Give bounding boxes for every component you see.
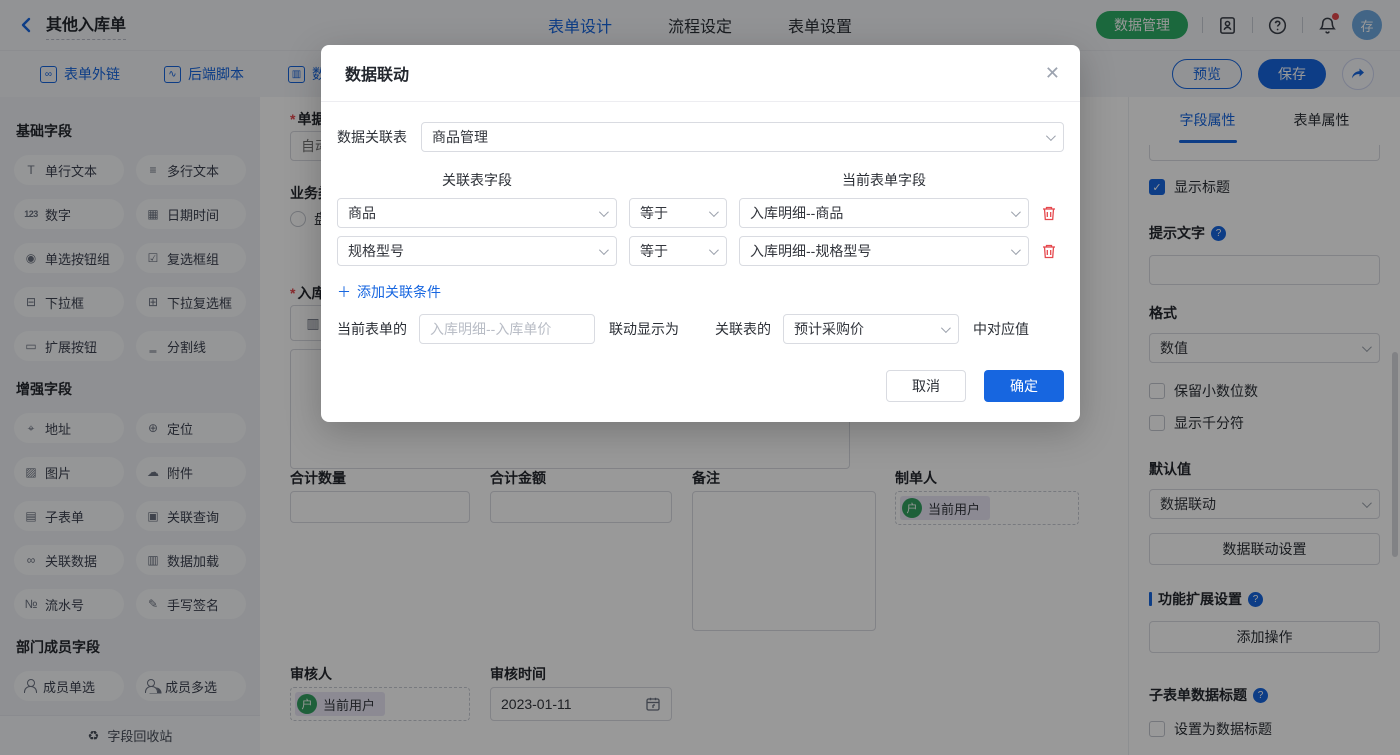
condition-operator-select[interactable]: 等于 xyxy=(629,198,727,228)
chevron-down-icon xyxy=(708,206,719,217)
related-table-field-header: 关联表字段 xyxy=(442,172,512,188)
confirm-button[interactable]: 确定 xyxy=(984,370,1064,402)
chevron-down-icon xyxy=(1045,130,1056,141)
chevron-down-icon xyxy=(708,244,719,255)
mapping-middle: 联动显示为 xyxy=(609,321,679,337)
delete-condition-icon[interactable] xyxy=(1041,243,1057,260)
chevron-down-icon xyxy=(598,244,609,255)
mapping-suffix: 中对应值 xyxy=(973,321,1029,337)
condition-left-select[interactable]: 规格型号 xyxy=(337,236,617,266)
condition-left-select[interactable]: 商品 xyxy=(337,198,617,228)
dialog-title: 数据联动 xyxy=(345,67,410,84)
chevron-down-icon xyxy=(1010,206,1021,217)
mapping-table-label: 关联表的 xyxy=(715,321,771,337)
add-condition-link[interactable]: ＋ 添加关联条件 xyxy=(337,282,1064,302)
mapping-value-select[interactable]: 预计采购价 xyxy=(783,314,959,344)
cancel-button[interactable]: 取消 xyxy=(886,370,966,402)
close-icon[interactable]: ✕ xyxy=(1045,64,1060,82)
plus-icon: ＋ xyxy=(337,284,351,300)
condition-operator-select[interactable]: 等于 xyxy=(629,236,727,266)
link-table-label: 数据关联表 xyxy=(337,129,407,145)
chevron-down-icon xyxy=(1010,244,1021,255)
form-designer-app: 其他入库单 表单设计流程设定表单设置 数据管理 存 ∞表单外链∿后端脚本▥数据权… xyxy=(0,0,1400,755)
chevron-down-icon xyxy=(940,322,951,333)
data-linkage-dialog: 数据联动 ✕ 数据关联表 商品管理 关联表字段 当前表单字段 商品 等于 入库明细-… xyxy=(321,45,1080,422)
condition-right-select[interactable]: 入库明细--规格型号 xyxy=(739,236,1029,266)
chevron-down-icon xyxy=(598,206,609,217)
delete-condition-icon[interactable] xyxy=(1041,205,1057,222)
condition-row: 商品 等于 入库明细--商品 xyxy=(337,198,1064,228)
link-table-select[interactable]: 商品管理 xyxy=(421,122,1064,152)
condition-right-select[interactable]: 入库明细--商品 xyxy=(739,198,1029,228)
mapping-prefix: 当前表单的 xyxy=(337,321,407,337)
condition-row: 规格型号 等于 入库明细--规格型号 xyxy=(337,236,1064,266)
mapping-field-input[interactable] xyxy=(419,314,595,344)
current-form-field-header: 当前表单字段 xyxy=(842,172,926,188)
